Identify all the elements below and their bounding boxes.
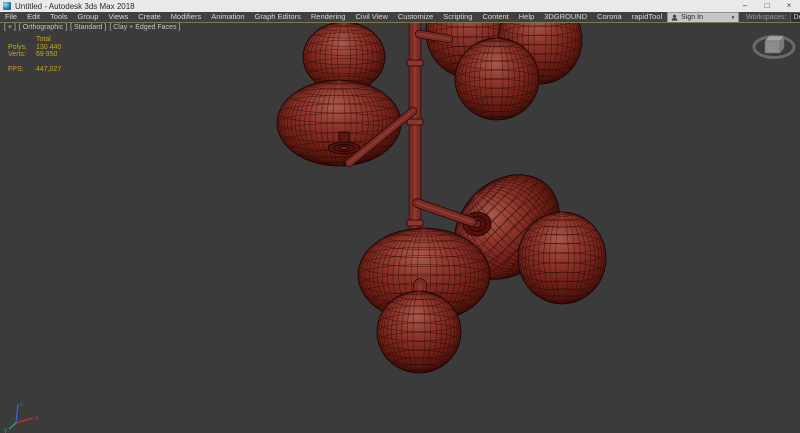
menu-item-edit[interactable]: Edit [22,12,45,22]
axis-y-label: y [4,428,7,433]
menu-item-rapidtool[interactable]: rapidTool [627,12,667,22]
menu-item-customize[interactable]: Customize [393,12,438,22]
stats-total-row: Total [8,36,61,44]
menu-item-content[interactable]: Content [477,12,513,22]
stats-polys-row: Polys: 130 440 [8,44,61,52]
menu-item-animation[interactable]: Animation [206,12,249,22]
viewport-label: [ + ][ Orthographic ][ Standard ][ Clay … [4,24,180,31]
menu-item-graph-editors[interactable]: Graph Editors [250,12,306,22]
minimize-button[interactable]: – [734,0,756,12]
viewport-background[interactable] [0,23,800,433]
menu-item-civil-view[interactable]: Civil View [350,12,392,22]
viewport-menu-standard[interactable]: [ Standard ] [70,24,106,31]
viewport-canvas[interactable]: z x y [0,23,800,433]
stats-verts-row: Verts: 69 950 [8,51,61,59]
viewport[interactable]: z x y [ + ][ Orthographic ][ Standard ][ C… [0,23,800,433]
3dsmax-app-icon [3,2,11,10]
menu-bar: FileEditToolsGroupViewsCreateModifiersAn… [0,12,800,22]
menu-item-tools[interactable]: Tools [45,12,73,22]
stats-verts-label: Verts: [8,51,36,59]
user-icon [671,14,678,21]
workspaces-dropdown[interactable]: Default ▼ [790,12,800,23]
axis-x-label: x [35,416,38,422]
sign-in-label: Sign In [681,14,703,21]
viewport-menu-pov[interactable]: [ Orthographic ] [19,24,67,31]
menu-item-create[interactable]: Create [133,12,166,22]
title-bar: Untitled - Autodesk 3ds Max 2018 – □ × [0,0,800,12]
menu-item-rendering[interactable]: Rendering [306,12,351,22]
application-window: Untitled - Autodesk 3ds Max 2018 – □ × F… [0,0,800,433]
stats-fps-label: FPS: [8,66,36,74]
menu-item-help[interactable]: Help [514,12,539,22]
menu-bar-items: FileEditToolsGroupViewsCreateModifiersAn… [0,12,667,22]
stats-fps-row: FPS: 447,027 [8,66,61,74]
stats-total-label: Total [36,36,51,44]
workspaces-value: Default [794,14,800,21]
axis-z-label: z [20,402,23,408]
window-controls: – □ × [734,0,800,12]
menu-item-3dground[interactable]: 3DGROUND [539,12,592,22]
viewport-menu-plus[interactable]: [ + ] [4,24,16,31]
pipe-coupling [407,60,423,66]
sign-in-button[interactable]: Sign In ▼ [667,12,739,23]
window-title: Untitled - Autodesk 3ds Max 2018 [15,2,135,11]
stats-polys-value: 130 440 [36,44,61,52]
viewport-menu-shading[interactable]: [ Clay + Edged Faces ] [109,24,180,31]
menu-item-corona[interactable]: Corona [592,12,627,22]
pipe-coupling [407,220,423,226]
pipe-coupling [407,119,423,125]
maximize-button[interactable]: □ [756,0,778,12]
chevron-down-icon: ▼ [731,15,735,20]
stats-fps-value: 447,027 [36,66,61,74]
menu-item-file[interactable]: File [0,12,22,22]
close-button[interactable]: × [778,0,800,12]
menu-item-scripting[interactable]: Scripting [438,12,477,22]
stats-verts-value: 69 950 [36,51,57,59]
viewport-statistics: Total Polys: 130 440 Verts: 69 950 FPS: … [8,36,61,73]
stats-polys-label: Polys: [8,44,36,52]
menu-item-views[interactable]: Views [103,12,133,22]
menu-item-group[interactable]: Group [73,12,104,22]
workspaces-label: Workspaces: [746,14,786,21]
model-pipe[interactable] [419,34,449,39]
menu-item-modifiers[interactable]: Modifiers [166,12,206,22]
